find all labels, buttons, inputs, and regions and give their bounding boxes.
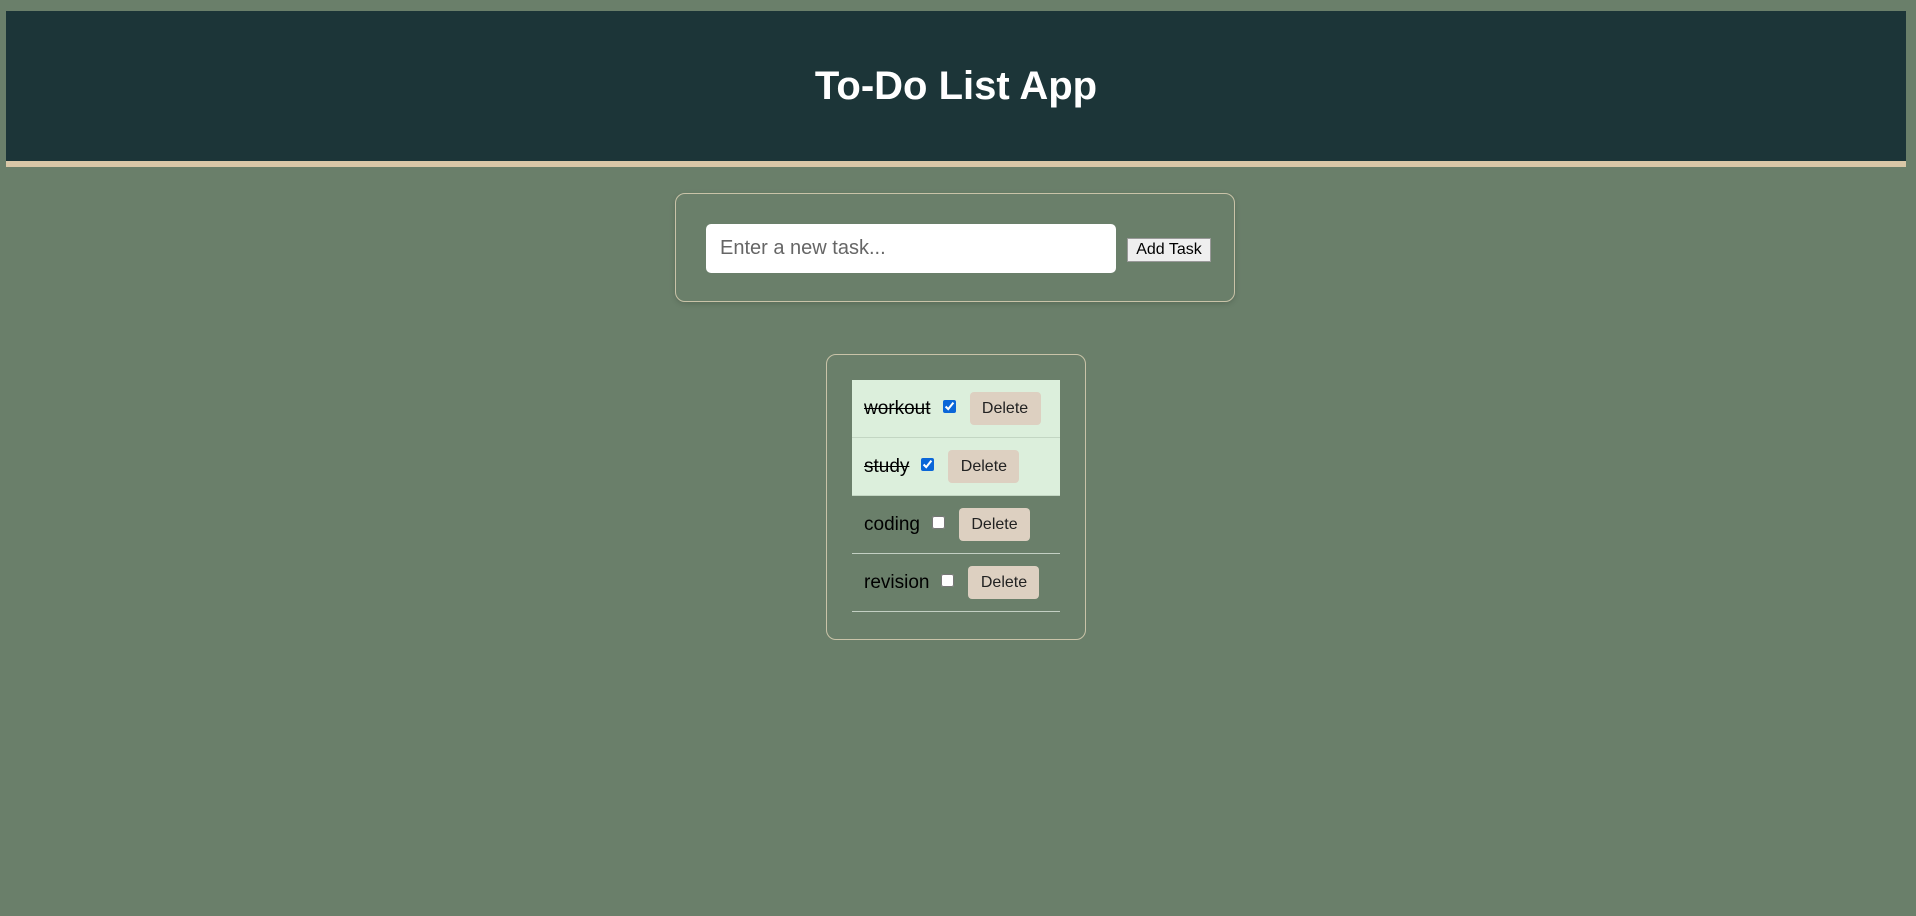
task-done-checkbox[interactable] [932,516,945,529]
app-title: To-Do List App [814,63,1098,108]
add-task-button[interactable]: Add Task [1127,238,1211,262]
page: To-Do List App Add Task workout Delete s… [0,0,1916,916]
delete-task-button[interactable]: Delete [959,508,1030,541]
task-text: coding [864,513,920,535]
task-list: workout Delete study Delete coding Delet… [852,380,1060,612]
task-done-checkbox[interactable] [942,400,956,413]
task-item: coding Delete [852,496,1060,554]
task-item: revision Delete [852,554,1060,612]
delete-task-button[interactable]: Delete [968,566,1040,599]
new-task-input[interactable] [706,224,1116,273]
task-input-card: Add Task [675,193,1235,302]
task-item: workout Delete [852,380,1060,438]
task-done-checkbox[interactable] [941,574,955,587]
delete-task-button[interactable]: Delete [969,392,1041,425]
task-text: revision [864,571,930,593]
task-text: workout [864,397,931,419]
task-text: study [864,455,910,477]
task-list-card: workout Delete study Delete coding Delet… [826,354,1086,640]
delete-task-button[interactable]: Delete [948,450,1020,483]
task-done-checkbox[interactable] [921,458,935,471]
task-item: study Delete [852,438,1060,496]
app-header: To-Do List App [6,11,1906,167]
